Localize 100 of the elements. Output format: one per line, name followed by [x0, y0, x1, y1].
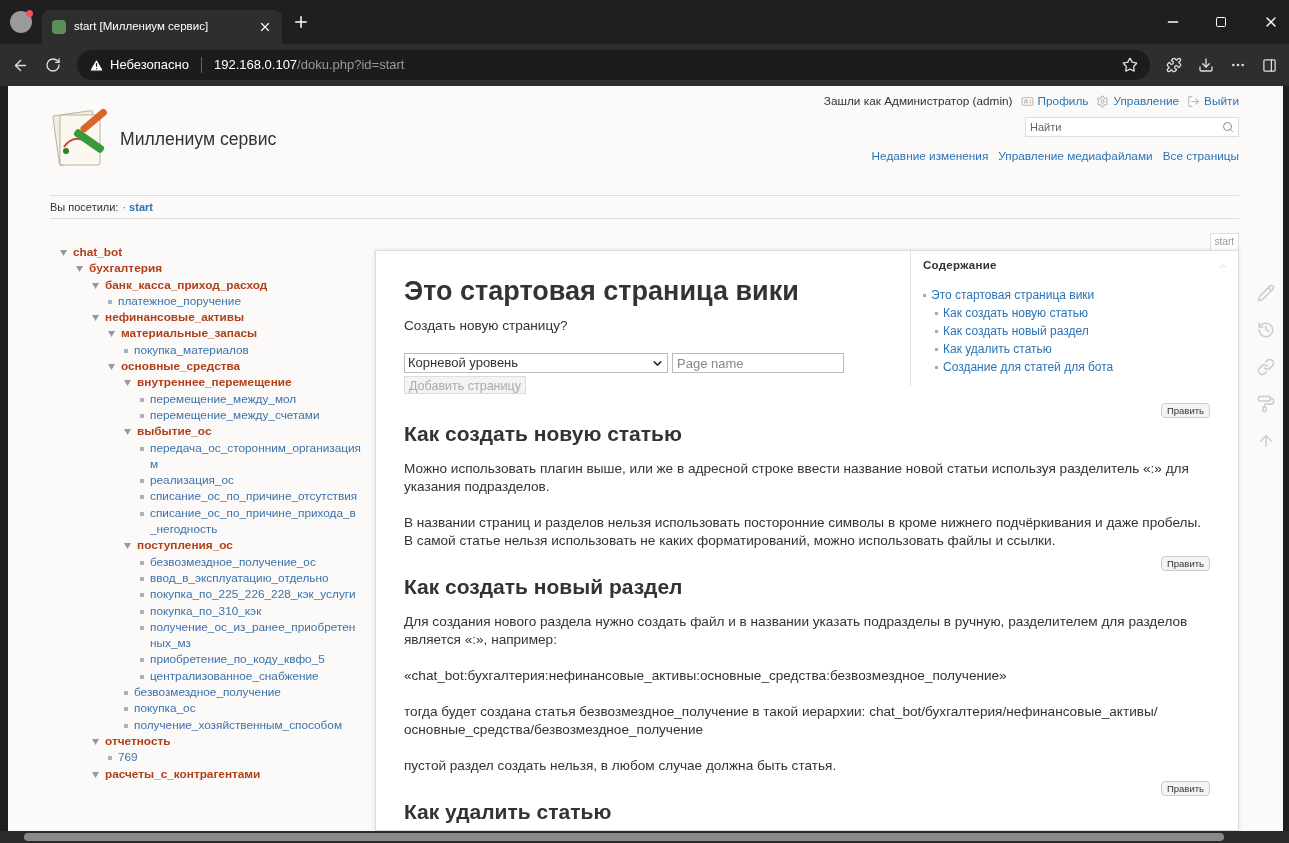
- gear-icon: [1096, 95, 1110, 109]
- triangle-icon[interactable]: [76, 265, 83, 273]
- security-label[interactable]: Небезопасно: [110, 55, 189, 75]
- triangle-icon[interactable]: [108, 363, 115, 371]
- user-link[interactable]: Управление: [1096, 93, 1180, 111]
- page-link[interactable]: платежное_поручение: [118, 292, 241, 310]
- bullet-icon: [124, 691, 128, 695]
- extension-icon[interactable]: [1166, 57, 1182, 73]
- page-link[interactable]: безвозмездное_получение: [134, 684, 281, 701]
- bullet-icon: [124, 707, 128, 712]
- toc-link[interactable]: Как удалить статью: [943, 340, 1052, 359]
- page-link[interactable]: приобретение_по_коду_квфо_5: [150, 651, 325, 668]
- user-link[interactable]: Профиль: [1020, 93, 1089, 111]
- maximize-icon[interactable]: [1215, 16, 1227, 28]
- bullet-icon: [124, 348, 128, 353]
- triangle-icon[interactable]: [124, 542, 131, 550]
- new-tab-icon[interactable]: [292, 13, 310, 31]
- reload-icon[interactable]: [45, 57, 61, 73]
- bullet-icon: [140, 413, 144, 418]
- triangle-icon[interactable]: [92, 737, 99, 745]
- close-tab-icon[interactable]: [258, 20, 272, 34]
- paragraph: «chat_bot:бухгалтерия:нефинансовые_активы:основные_средства:безвозмездное_получение»: [404, 667, 1008, 685]
- page-link[interactable]: покупка_по_310_кэк: [150, 602, 262, 619]
- page-link[interactable]: списание_ос_по_причине_прихода_в_негодность: [150, 504, 361, 538]
- toc-link[interactable]: Это стартовая страница вики: [931, 286, 1095, 305]
- user-link[interactable]: Выйти: [1187, 93, 1239, 111]
- bullet-icon: [140, 495, 144, 500]
- triangle-icon[interactable]: [108, 330, 115, 338]
- edit-button[interactable]: Править: [1160, 781, 1210, 796]
- history-icon[interactable]: [1257, 321, 1275, 339]
- bullet-icon: [140, 560, 144, 565]
- paragraph: Можно использовать плагин выше, или же в адресной строке ввести название новой статьи используя разделитель «:» для указания подразделов.: [404, 460, 1190, 496]
- namespace-link[interactable]: основные_средства: [121, 358, 241, 375]
- section-heading: Как удалить статью: [404, 800, 613, 824]
- namespace-link[interactable]: выбытие_ос: [137, 423, 212, 440]
- namespace-link[interactable]: расчеты_с_контрагентами: [105, 765, 261, 782]
- nav-link[interactable]: Управление медиафайлами: [998, 147, 1153, 166]
- namespace-link[interactable]: бухгалтерия: [89, 260, 163, 277]
- page-link[interactable]: перемещение_между_счетами: [150, 406, 320, 424]
- namespace-link[interactable]: материальные_запасы: [121, 325, 258, 342]
- page-link[interactable]: списание_ос_по_причине_отсутствия: [150, 488, 358, 505]
- triangle-icon[interactable]: [124, 428, 131, 436]
- search-icon[interactable]: [1222, 120, 1234, 133]
- page-link[interactable]: получение_хозяйственным_способом: [134, 716, 343, 733]
- triangle-icon[interactable]: [92, 770, 99, 778]
- edit-button[interactable]: Править: [1160, 556, 1210, 571]
- url-text[interactable]: 192.168.0.107/doku.php?id=start: [213, 55, 405, 75]
- bullet-icon: [124, 723, 128, 728]
- triangle-icon[interactable]: [92, 314, 99, 322]
- bullet-icon: [140, 397, 144, 402]
- bullet-icon: [108, 299, 112, 304]
- bullet-icon: [140, 446, 144, 451]
- profile-avatar[interactable]: [10, 11, 32, 33]
- address-bar[interactable]: Небезопасно 192.168.0.107/doku.php?id=start: [77, 50, 1150, 80]
- page-link[interactable]: перемещение_между_мол: [150, 390, 297, 407]
- triangle-icon[interactable]: [92, 281, 99, 289]
- page-link[interactable]: покупка_материалов: [134, 341, 249, 359]
- page-link[interactable]: реализация_ос: [150, 472, 234, 489]
- page-link[interactable]: ввод_в_эксплуатацию_отдельно: [150, 569, 329, 587]
- namespace-link[interactable]: отчетность: [105, 732, 171, 750]
- breadcrumb-link[interactable]: start: [129, 198, 153, 216]
- paint-roller-icon[interactable]: [1257, 395, 1275, 413]
- page-link[interactable]: безвозмездное_получение_ос: [150, 553, 316, 570]
- namespace-link[interactable]: chat_bot: [73, 244, 123, 261]
- bullet-icon: [140, 479, 144, 484]
- user-info: Зашли как Администратор (admin): [823, 93, 1013, 110]
- page-link[interactable]: покупка_по_225_226_228_кэк_услуги: [150, 586, 356, 603]
- link-icon[interactable]: [1257, 358, 1275, 376]
- bullet-icon: [108, 756, 112, 761]
- bullet-icon: [140, 625, 144, 630]
- page-link[interactable]: централизованное_снабжение: [150, 667, 319, 684]
- breadcrumb-label: Вы посетили:: [50, 199, 119, 215]
- namespace-link[interactable]: нефинансовые_активы: [105, 309, 245, 326]
- section-heading: Как создать новую статью: [404, 422, 683, 446]
- sidebar-icon[interactable]: [1262, 57, 1277, 73]
- nav-link[interactable]: Недавние изменения: [871, 147, 989, 166]
- site-title[interactable]: Миллениум сервис: [120, 125, 277, 153]
- namespace-link[interactable]: поступления_ос: [137, 537, 233, 554]
- page-heading: Это стартовая страница вики: [404, 275, 800, 307]
- download-icon[interactable]: [1198, 57, 1214, 73]
- page-link[interactable]: покупка_ос: [134, 700, 196, 717]
- favorite-icon[interactable]: [1122, 57, 1138, 73]
- scrollbar-thumb[interactable]: [24, 833, 1224, 841]
- namespace-link[interactable]: банк_касса_приход_расход: [105, 276, 268, 293]
- toc-link[interactable]: Как создать новую статью: [943, 304, 1088, 323]
- logout-icon: [1187, 95, 1201, 109]
- browser-tab[interactable]: start [Миллениум сервис]: [42, 10, 282, 44]
- triangle-icon[interactable]: [60, 249, 67, 256]
- nav-link[interactable]: Все страницы: [1162, 147, 1239, 166]
- toc-link[interactable]: Создание для статей для бота: [943, 358, 1114, 377]
- edit-icon[interactable]: [1257, 284, 1275, 302]
- favicon: [52, 20, 66, 34]
- namespace-link[interactable]: внутреннее_перемещение: [137, 374, 292, 391]
- edit-button[interactable]: Править: [1160, 403, 1210, 418]
- search-field[interactable]: Найти: [1025, 116, 1239, 137]
- page-link[interactable]: 769: [118, 749, 138, 766]
- paragraph: Для создания нового раздела нужно создать файл и в названии указать подразделы в ручную, разделителем для разделов является «:», например:: [404, 613, 1189, 649]
- triangle-icon[interactable]: [124, 379, 131, 387]
- id-card-icon: [1020, 95, 1034, 109]
- toc-link[interactable]: Как создать новый раздел: [943, 322, 1089, 341]
